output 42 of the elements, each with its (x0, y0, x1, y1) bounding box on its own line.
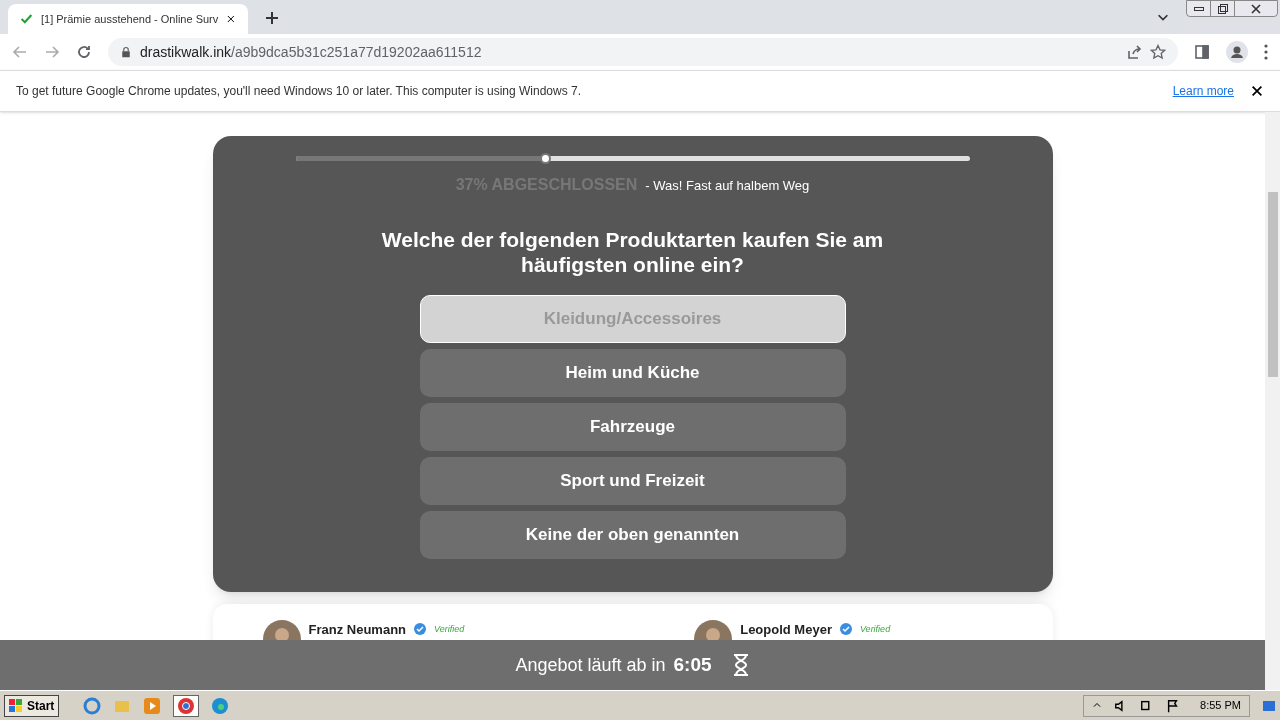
start-button[interactable]: Start (4, 694, 60, 717)
star-icon[interactable] (1150, 44, 1166, 60)
close-icon[interactable] (1250, 84, 1264, 98)
verified-icon (414, 623, 426, 635)
share-icon[interactable] (1126, 44, 1142, 60)
timer-label: Angebot läuft ab in (515, 653, 666, 677)
close-icon (1251, 3, 1261, 14)
close-icon[interactable] (226, 13, 236, 25)
profile-icon[interactable] (1226, 41, 1248, 63)
verified-label: Verified (859, 623, 891, 636)
lock-icon (120, 46, 132, 58)
chrome-icon[interactable] (173, 694, 200, 717)
reviewer-name: Leopold Meyer (740, 621, 832, 639)
learn-more-link[interactable]: Learn more (1172, 82, 1234, 100)
minimize-icon (1193, 6, 1204, 11)
windows-logo-icon (9, 698, 23, 713)
restore-icon (1217, 3, 1228, 14)
side-panel-icon[interactable] (1194, 44, 1210, 60)
answer-option[interactable]: Fahrzeuge (419, 403, 846, 451)
progress-thumb (539, 153, 551, 164)
browser-tab[interactable]: [1] Prämie ausstehend - Online Surv (8, 4, 248, 34)
reload-icon[interactable] (76, 44, 92, 60)
show-desktop-icon[interactable] (1262, 698, 1276, 713)
answer-option[interactable]: Heim und Küche (419, 349, 846, 397)
hourglass-icon (731, 654, 750, 676)
tab-title: [1] Prämie ausstehend - Online Surv (40, 11, 219, 27)
verified-label: Verified (434, 623, 465, 636)
answer-option[interactable]: Keine der oben genannten (419, 511, 846, 559)
new-tab-icon[interactable] (264, 10, 280, 26)
progress-note: - Was! Fast auf halbem Weg (645, 177, 810, 195)
address-bar[interactable]: drastikwalk.ink/a9b9dca5b31c251a77d19202aa611512 (108, 38, 1178, 66)
timer-value: 6:05 (673, 652, 712, 677)
answer-option[interactable]: Sport und Freizeit (419, 457, 846, 505)
flag-icon[interactable] (1166, 698, 1181, 713)
question-text: Welche der folgenden Produktarten kaufen Sie am häufigsten online ein? (380, 227, 885, 277)
clock: 8:55 PM (1200, 698, 1241, 714)
infobar-message: To get future Google Chrome updates, you'll need Windows 10 or later. This computer is using Windows 7. (16, 83, 583, 100)
media-player-icon[interactable] (143, 696, 162, 715)
url-text: drastikwalk.ink/a9b9dca5b31c251a77d19202aa611512 (140, 42, 482, 62)
verified-icon (839, 623, 852, 635)
menu-icon[interactable] (1264, 44, 1268, 60)
reviewer-name: Franz Neumann (308, 621, 406, 639)
